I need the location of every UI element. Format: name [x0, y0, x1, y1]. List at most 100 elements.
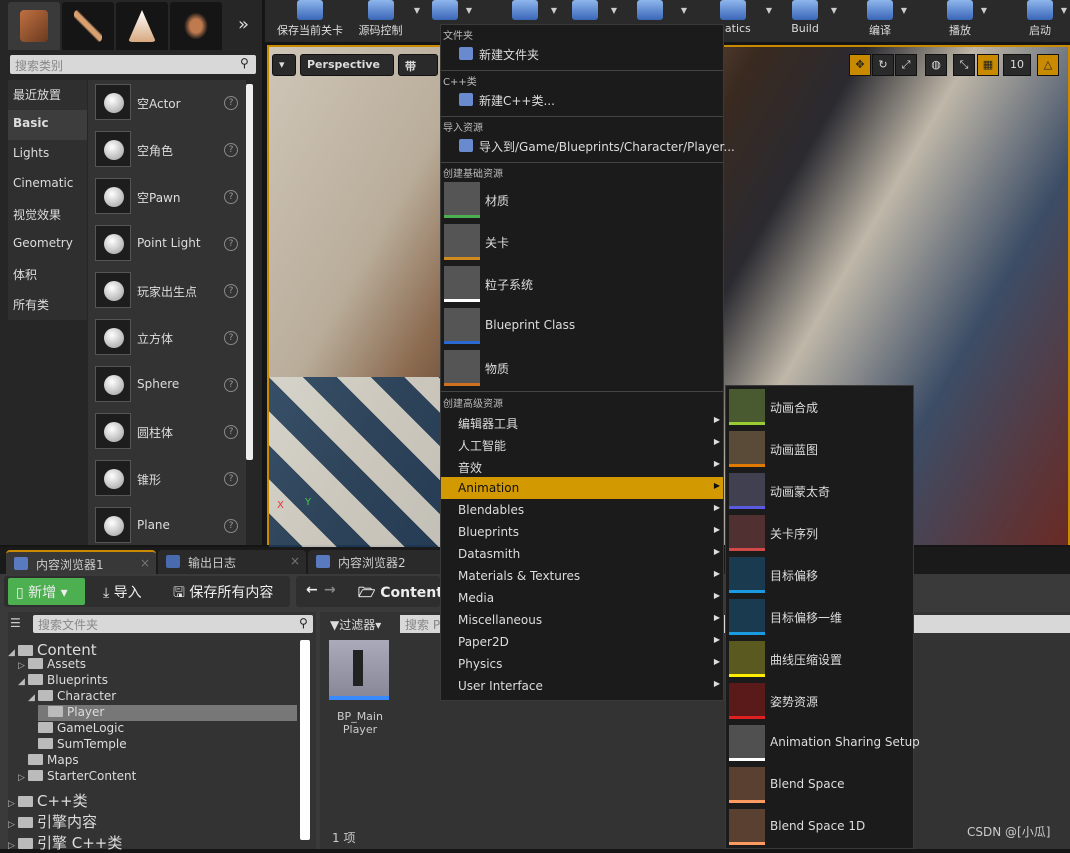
submenu-item[interactable]: Materials & Textures ▶: [441, 565, 723, 587]
close-icon[interactable]: ×: [140, 556, 150, 570]
animation-asset-item[interactable]: 关卡序列: [728, 512, 1008, 554]
viewport-options-button[interactable]: ▾: [272, 54, 296, 76]
animation-asset-item[interactable]: 曲线压缩设置: [728, 638, 1008, 680]
placeable-item[interactable]: 圆柱体?: [88, 409, 246, 456]
submenu-item[interactable]: Paper2D ▶: [441, 631, 723, 653]
submenu-item[interactable]: Blendables ▶: [441, 499, 723, 521]
submenu-item[interactable]: Animation ▶: [441, 477, 723, 499]
surface-snap-icon[interactable]: ⤡: [953, 54, 975, 76]
toolbar-button[interactable]: Build ▼: [785, 0, 837, 40]
submenu-item[interactable]: Blueprints ▶: [441, 521, 723, 543]
more-modes-button[interactable]: »: [238, 14, 249, 35]
category-item[interactable]: Geometry: [8, 230, 87, 260]
landscape-mode-tab[interactable]: [116, 2, 168, 50]
placeable-item[interactable]: Point Light?: [88, 221, 246, 268]
tree-item[interactable]: ▷ C++类: [8, 790, 88, 810]
placeable-item[interactable]: Sphere?: [88, 362, 246, 409]
import-button[interactable]: ⤓ 导入: [95, 578, 150, 605]
folder-search-input[interactable]: 搜索文件夹: [33, 615, 313, 633]
add-new-button[interactable]: ▯ 新增 ▾: [8, 578, 85, 605]
dropdown-arrow-icon[interactable]: ▼: [611, 6, 617, 15]
help-icon[interactable]: ?: [224, 519, 238, 533]
placeable-item[interactable]: Plane?: [88, 503, 246, 550]
placeable-item[interactable]: 玩家出生点?: [88, 268, 246, 315]
expand-arrow-icon[interactable]: ▷: [18, 773, 28, 783]
tree-item[interactable]: Maps: [18, 753, 79, 769]
expand-arrow-icon[interactable]: ▷: [18, 661, 28, 671]
toolbar-button[interactable]: 启动 ▼: [1025, 0, 1067, 40]
path-breadcrumb-content[interactable]: 🗁 Content: [350, 578, 451, 605]
help-icon[interactable]: ?: [224, 425, 238, 439]
animation-asset-item[interactable]: 动画合成: [728, 386, 1008, 428]
animation-asset-item[interactable]: 目标偏移一维: [728, 596, 1008, 638]
menu-item[interactable]: 材质: [443, 179, 723, 221]
category-item[interactable]: 所有类: [8, 290, 87, 320]
category-item[interactable]: 体积: [8, 260, 87, 290]
help-icon[interactable]: ?: [224, 378, 238, 392]
category-item[interactable]: Cinematic: [8, 170, 87, 200]
toolbar-button[interactable]: 源码控制 ▼: [353, 0, 420, 40]
help-icon[interactable]: ?: [224, 472, 238, 486]
tree-item[interactable]: ▷ 引擎 C++类: [8, 832, 122, 852]
grid-snap-value[interactable]: 10: [1003, 54, 1031, 76]
animation-asset-item[interactable]: Blend Space 1D: [728, 806, 1008, 848]
animation-asset-item[interactable]: 动画蓝图: [728, 428, 1008, 470]
dropdown-arrow-icon[interactable]: ▼: [681, 6, 687, 15]
submenu-item[interactable]: 编辑器工具 ▶: [441, 411, 723, 433]
world-icon[interactable]: ◍: [925, 54, 947, 76]
items-scrollbar[interactable]: [246, 84, 253, 460]
dropdown-arrow-icon[interactable]: ▼: [831, 6, 837, 15]
submenu-item[interactable]: 人工智能 ▶: [441, 433, 723, 455]
submenu-item[interactable]: Datasmith ▶: [441, 543, 723, 565]
submenu-item[interactable]: Miscellaneous ▶: [441, 609, 723, 631]
foliage-mode-tab[interactable]: [170, 2, 222, 50]
tab-content-browser-2[interactable]: 内容浏览器2: [308, 550, 448, 574]
asset-name[interactable]: BP_Main Player: [330, 710, 390, 736]
menu-item[interactable]: 粒子系统: [443, 263, 723, 305]
asset-thumbnail[interactable]: [329, 640, 389, 700]
animation-asset-item[interactable]: 动画蒙太奇: [728, 470, 1008, 512]
placeable-item[interactable]: 立方体?: [88, 315, 246, 362]
category-item[interactable]: 视觉效果: [8, 200, 87, 230]
toolbar-button[interactable]: 播放 ▼: [945, 0, 987, 40]
menu-item[interactable]: 导入到/Game/Blueprints/Character/Player...: [441, 135, 735, 157]
animation-asset-item[interactable]: 目标偏移: [728, 554, 1008, 596]
menu-item[interactable]: 关卡: [443, 221, 723, 263]
tree-item[interactable]: ◢ Content: [8, 641, 97, 659]
menu-item[interactable]: Blueprint Class: [443, 305, 723, 347]
help-icon[interactable]: ?: [224, 190, 238, 204]
placeable-item[interactable]: 空Pawn?: [88, 174, 246, 221]
dropdown-arrow-icon[interactable]: ▼: [766, 6, 772, 15]
paint-mode-tab[interactable]: [62, 2, 114, 50]
grid-icon[interactable]: ▦: [977, 54, 999, 76]
dropdown-arrow-icon[interactable]: ▼: [1061, 6, 1067, 15]
tree-scrollbar[interactable]: [300, 640, 310, 840]
category-item[interactable]: Basic: [8, 110, 87, 140]
scale-icon[interactable]: ⤢: [895, 54, 917, 76]
animation-asset-item[interactable]: 姿势资源: [728, 680, 1008, 722]
placeable-item[interactable]: 空Actor?: [88, 80, 246, 127]
help-icon[interactable]: ?: [224, 143, 238, 157]
perspective-button[interactable]: Perspective: [300, 54, 394, 76]
help-icon[interactable]: ?: [224, 96, 238, 110]
tree-item[interactable]: ▷ Assets: [18, 657, 86, 673]
help-icon[interactable]: ?: [224, 237, 238, 251]
submenu-item[interactable]: User Interface ▶: [441, 675, 723, 697]
dropdown-arrow-icon[interactable]: ▼: [901, 6, 907, 15]
submenu-item[interactable]: 音效 ▶: [441, 455, 723, 477]
tree-item[interactable]: ◢ Character: [28, 689, 116, 705]
category-search-input[interactable]: 搜索类别: [10, 55, 256, 74]
expand-arrow-icon[interactable]: ◢: [28, 693, 38, 703]
expand-arrow-icon[interactable]: ▷: [8, 841, 18, 851]
tree-item[interactable]: GameLogic: [28, 721, 124, 737]
save-all-button[interactable]: 🖫 保存所有内容: [165, 578, 281, 605]
angle-snap-icon[interactable]: △: [1037, 54, 1059, 76]
animation-asset-item[interactable]: Blend Space: [728, 764, 1008, 806]
tree-item[interactable]: SumTemple: [28, 737, 127, 753]
place-mode-tab[interactable]: [8, 2, 60, 50]
category-item[interactable]: 最近放置: [8, 80, 87, 110]
expand-arrow-icon[interactable]: ▷: [8, 820, 18, 830]
menu-item[interactable]: 新建C++类...: [441, 89, 723, 111]
tree-toggle-icon[interactable]: ☰: [10, 616, 21, 630]
tab-output-log[interactable]: 输出日志 ×: [158, 550, 306, 574]
